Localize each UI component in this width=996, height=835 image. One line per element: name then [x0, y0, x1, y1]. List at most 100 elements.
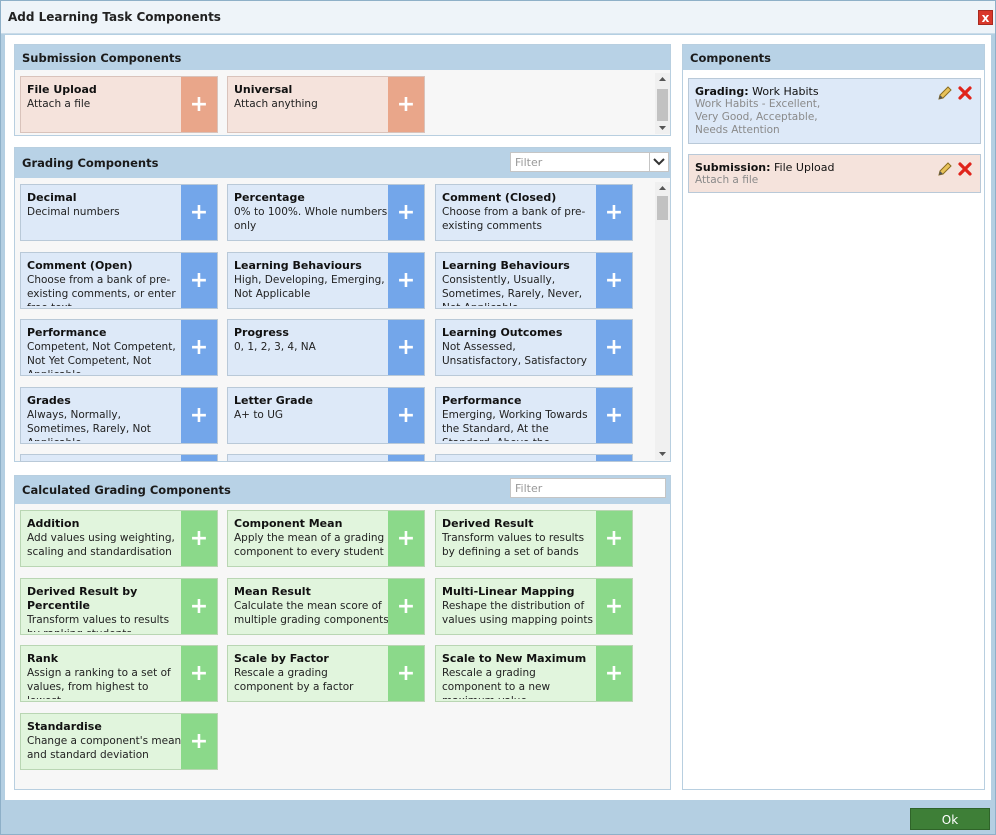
card-name: File Upload: [27, 83, 97, 96]
component-card-rank[interactable]: Rank Assign a ranking to a set of values,…: [20, 645, 218, 702]
add-component-button[interactable]: +: [388, 387, 424, 443]
add-component-button[interactable]: +: [181, 320, 217, 375]
card-name: Learning Behaviours: [234, 258, 362, 272]
pencil-icon[interactable]: [937, 161, 953, 177]
grading-scroll-thumb[interactable]: [657, 196, 668, 220]
add-component-button[interactable]: [596, 455, 632, 461]
add-component-button[interactable]: +: [596, 646, 632, 701]
component-item-work-habits[interactable]: Grading: Work Habits Work Habits - Excell…: [688, 78, 981, 144]
component-card-component-mean[interactable]: Component Mean Apply the mean of a gradin…: [227, 510, 425, 567]
add-component-button[interactable]: +: [388, 511, 424, 566]
component-card-universal[interactable]: Universal Attach anything +: [227, 76, 425, 133]
scroll-down-icon[interactable]: [655, 448, 670, 460]
plus-icon: +: [604, 402, 624, 428]
component-card-derived-result[interactable]: Derived Result Transform values to result…: [435, 510, 633, 567]
card-name: Decimal: [27, 191, 77, 204]
component-card-mean-result[interactable]: Mean Result Calculate the mean score of m…: [227, 577, 425, 635]
add-component-button[interactable]: +: [596, 320, 632, 375]
component-card-addition[interactable]: Addition Add values using weighting, scal…: [20, 510, 218, 567]
pencil-icon[interactable]: [937, 85, 953, 101]
scroll-up-icon[interactable]: [655, 73, 670, 85]
scroll-up-icon[interactable]: [655, 182, 670, 194]
card-name: Learning Outcomes: [442, 326, 563, 339]
add-component-button[interactable]: +: [596, 252, 632, 308]
component-card-percentage[interactable]: Percentage 0% to 100%. Whole numbers only…: [227, 184, 425, 241]
card-text: Mean Result Calculate the mean score of m…: [234, 585, 389, 632]
component-card-comment-closed[interactable]: Comment (Closed) Choose from a bank of pr…: [435, 184, 633, 241]
add-component-button[interactable]: +: [181, 511, 217, 566]
card-description: Calculate the mean score of multiple gra…: [234, 599, 389, 626]
component-card-performance[interactable]: Performance Competent, Not Competent, Not…: [20, 319, 218, 376]
add-component-button[interactable]: +: [388, 646, 424, 701]
calculated-filter-input[interactable]: Filter: [510, 478, 666, 498]
add-component-button[interactable]: +: [388, 77, 424, 132]
card-text: Scale to New Maximum Rescale a grading co…: [442, 652, 597, 699]
card-description: Competent, Not Competent, Not Yet Compet…: [27, 341, 176, 373]
card-text: Universal Attach anything: [234, 83, 389, 130]
component-card-learning-outcomes[interactable]: Learning Outcomes Not Assessed, Unsatisfa…: [435, 319, 633, 376]
plus-icon: +: [604, 335, 624, 360]
dialog-content: Submission Components File Upload Attach …: [5, 35, 991, 800]
scroll-down-icon[interactable]: [655, 122, 670, 134]
grading-scrollbar[interactable]: [655, 182, 670, 460]
component-card-scale-to-new-maximum[interactable]: Scale to New Maximum Rescale a grading co…: [435, 645, 633, 702]
close-button[interactable]: x: [978, 10, 993, 25]
component-card-partial[interactable]: [227, 454, 425, 462]
component-card-partial[interactable]: [20, 454, 218, 462]
component-card-comment-open[interactable]: Comment (Open) Choose from a bank of pre-…: [20, 251, 218, 309]
add-component-button[interactable]: +: [388, 578, 424, 634]
plus-icon: +: [604, 267, 624, 293]
component-card-progress[interactable]: Progress 0, 1, 2, 3, 4, NA +: [227, 319, 425, 376]
component-card-derived-result-by-percentile[interactable]: Derived Result by Percentile Transform va…: [20, 577, 218, 635]
card-text: Progress 0, 1, 2, 3, 4, NA: [234, 326, 389, 373]
card-name: Mean Result: [234, 584, 311, 598]
component-card-performance[interactable]: Performance Emerging, Working Towards the…: [435, 386, 633, 444]
components-panel: Components Grading: Work Habits Work Habi…: [682, 44, 985, 790]
card-description: A+ to UG: [234, 408, 284, 421]
card-description: Attach a file: [27, 98, 91, 110]
component-card-scale-by-factor[interactable]: Scale by Factor Rescale a grading compone…: [227, 645, 425, 702]
component-card-learning-behaviours[interactable]: Learning Behaviours Consistently, Usually…: [435, 251, 633, 309]
component-card-grades[interactable]: Grades Always, Normally, Sometimes, Rarel…: [20, 386, 218, 444]
component-card-standardise[interactable]: Standardise Change a component's mean and…: [20, 712, 218, 770]
add-component-button[interactable]: +: [181, 646, 217, 701]
add-component-button[interactable]: +: [388, 252, 424, 308]
add-component-button[interactable]: +: [181, 387, 217, 443]
add-component-button[interactable]: +: [388, 320, 424, 375]
grading-filter-input[interactable]: Filter: [510, 152, 650, 172]
plus-icon: +: [189, 402, 209, 428]
card-description: High, Developing, Emerging, Not Applicab…: [234, 273, 385, 300]
add-component-button[interactable]: [388, 455, 424, 461]
component-card-letter-grade[interactable]: Letter Grade A+ to UG +: [227, 386, 425, 444]
plus-icon: +: [396, 335, 416, 360]
ok-button[interactable]: Ok: [910, 808, 990, 830]
add-component-button[interactable]: +: [181, 578, 217, 634]
submission-scrollbar[interactable]: [655, 73, 670, 134]
submission-scroll-thumb[interactable]: [657, 89, 668, 121]
component-card-learning-behaviours[interactable]: Learning Behaviours High, Developing, Eme…: [227, 251, 425, 309]
add-component-button[interactable]: +: [181, 713, 217, 769]
close-icon: x: [981, 11, 990, 25]
component-item-file-upload[interactable]: Submission: File Upload Attach a file: [688, 154, 981, 193]
add-component-button[interactable]: +: [181, 252, 217, 308]
add-component-button[interactable]: +: [181, 185, 217, 240]
add-component-button[interactable]: +: [596, 387, 632, 443]
add-component-button[interactable]: +: [181, 77, 217, 132]
delete-x-icon[interactable]: [957, 85, 973, 101]
add-component-button[interactable]: +: [596, 511, 632, 566]
add-component-button[interactable]: +: [596, 578, 632, 634]
components-header: Components: [683, 45, 984, 70]
card-name: Derived Result by Percentile: [27, 584, 138, 612]
component-card-decimal[interactable]: Decimal Decimal numbers +: [20, 184, 218, 241]
card-description: Decimal numbers: [27, 206, 120, 218]
component-card-multi-linear-mapping[interactable]: Multi-Linear Mapping Reshape the distribu…: [435, 577, 633, 635]
card-text: Rank Assign a ranking to a set of values,…: [27, 652, 182, 699]
add-component-button[interactable]: +: [596, 185, 632, 240]
plus-icon: +: [189, 267, 209, 293]
grading-filter-dropdown[interactable]: [649, 152, 669, 172]
add-component-button[interactable]: +: [388, 185, 424, 240]
component-card-partial[interactable]: [435, 454, 633, 462]
add-component-button[interactable]: [181, 455, 217, 461]
delete-x-icon[interactable]: [957, 161, 973, 177]
component-card-file-upload[interactable]: File Upload Attach a file +: [20, 76, 218, 133]
